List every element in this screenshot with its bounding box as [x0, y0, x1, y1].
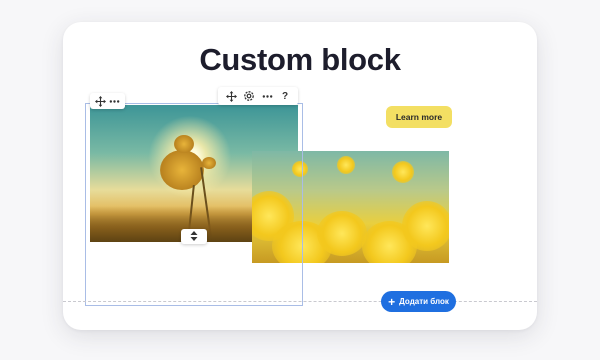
add-block-label: Додати блок: [399, 297, 449, 306]
add-block-button[interactable]: + Додати блок: [381, 291, 456, 312]
page-title: Custom block: [199, 42, 401, 77]
more-icon[interactable]: [108, 95, 121, 108]
more-icon[interactable]: [261, 90, 274, 103]
settings-icon[interactable]: [243, 90, 256, 103]
move-icon[interactable]: [225, 90, 238, 103]
move-icon[interactable]: [94, 95, 107, 108]
section-divider: [63, 301, 537, 302]
image-toolbar: ?: [218, 87, 298, 105]
block-toolbar: [90, 93, 125, 109]
yellow-field-photo[interactable]: [252, 151, 449, 263]
custom-block-canvas: Custom block ? Learn more + Додати блок: [63, 22, 537, 330]
resize-handle[interactable]: [181, 229, 207, 244]
plus-icon: +: [388, 294, 396, 309]
learn-more-button[interactable]: Learn more: [386, 106, 452, 128]
help-icon[interactable]: ?: [279, 90, 292, 103]
resize-arrows-icon: [190, 228, 198, 246]
